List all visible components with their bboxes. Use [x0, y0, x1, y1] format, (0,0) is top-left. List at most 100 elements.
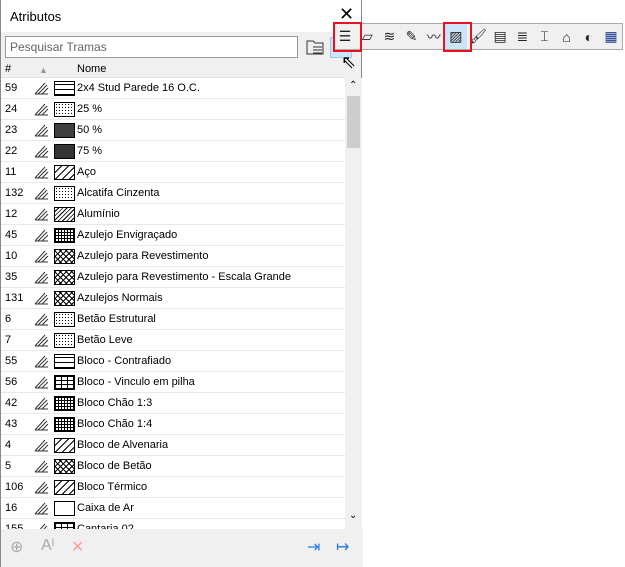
- list-item[interactable]: 11 Aço: [1, 162, 345, 183]
- fill-type-icon: [34, 313, 49, 326]
- fill-name: 75 %: [77, 145, 103, 157]
- list-item[interactable]: 155 Cantaria 02: [1, 519, 345, 529]
- fill-index: 4: [5, 439, 12, 451]
- fill-index: 56: [5, 376, 18, 388]
- list-item[interactable]: 16 Caixa de Ar: [1, 498, 345, 519]
- fill-name: Azulejo para Revestimento - Escala Grand…: [77, 271, 291, 283]
- list-item[interactable]: 4 Bloco de Alvenaria: [1, 435, 345, 456]
- profile-icon[interactable]: ≣: [511, 24, 533, 49]
- fill-type-icon: [34, 376, 49, 389]
- fill-name: Bloco - Vinculo em pilha: [77, 376, 195, 388]
- list-item[interactable]: 6 Betão Estrutural: [1, 309, 345, 330]
- close-icon[interactable]: ✕: [339, 4, 354, 24]
- rename-icon[interactable]: Aᴵ: [41, 537, 54, 555]
- fill-type-icon: [34, 439, 49, 452]
- list-item[interactable]: 55 Bloco - Contrafiado: [1, 351, 345, 372]
- fill-type-icon: [34, 355, 49, 368]
- line-type-icon[interactable]: 〰: [423, 24, 445, 49]
- cursor-icon: ⇖: [341, 52, 357, 72]
- list-item[interactable]: 106 Bloco Térmico: [1, 477, 345, 498]
- scroll-thumb[interactable]: [347, 96, 360, 148]
- fill-type-icon: [34, 166, 49, 179]
- fill-type-icon: [34, 271, 49, 284]
- fill-name: Azulejo Envigraçado: [77, 229, 178, 241]
- fill-type-icon: [34, 103, 49, 116]
- fill-name: Bloco Chão 1:3: [77, 397, 153, 409]
- scroll-down-icon[interactable]: ⌄: [349, 510, 357, 521]
- search-input[interactable]: Pesquisar Tramas: [5, 36, 298, 58]
- delete-icon[interactable]: ✕: [71, 537, 84, 557]
- new-fill-icon[interactable]: ⊕: [10, 537, 23, 557]
- fill-type-icon: [34, 397, 49, 410]
- list-item[interactable]: 43 Bloco Chão 1:4: [1, 414, 345, 435]
- fill-list: # ▲ Nome 59 2x4 Stud Parede 16 O.C. 24 25…: [1, 60, 345, 529]
- col-num[interactable]: #: [5, 63, 11, 75]
- fill-type-icon: [34, 82, 49, 95]
- fill-index: 5: [5, 460, 12, 472]
- fill-index: 6: [5, 313, 12, 325]
- composite-icon[interactable]: ▤: [489, 24, 511, 49]
- zone-icon[interactable]: ⌂: [556, 24, 578, 49]
- fill-name: Azulejos Normais: [77, 292, 163, 304]
- fill-name: Aço: [77, 166, 96, 178]
- list-item[interactable]: 131 Azulejos Normais: [1, 288, 345, 309]
- fill-name: Caixa de Ar: [77, 502, 134, 514]
- pen-icon[interactable]: ✎: [400, 24, 422, 49]
- list-item[interactable]: 24 25 %: [1, 99, 345, 120]
- fill-name: Bloco Térmico: [77, 481, 148, 493]
- fill-index: 59: [5, 82, 18, 94]
- pattern-swatch: [54, 123, 75, 138]
- sort-icon[interactable]: ▲: [39, 65, 48, 75]
- list-item[interactable]: 12 Alumínio: [1, 204, 345, 225]
- fill-type-icon: [34, 334, 49, 347]
- fill-name: 50 %: [77, 124, 103, 136]
- pattern-swatch: [54, 186, 75, 201]
- fill-index: 16: [5, 502, 18, 514]
- import-icon[interactable]: ⇥: [307, 537, 320, 557]
- pattern-swatch: [54, 228, 75, 243]
- pattern-swatch: [54, 396, 75, 411]
- fill-name: Bloco de Alvenaria: [77, 439, 169, 451]
- layers-icon[interactable]: ≋: [378, 24, 400, 49]
- fill-name: Bloco - Contrafiado: [77, 355, 172, 367]
- list-item[interactable]: 132 Alcatifa Cinzenta: [1, 183, 345, 204]
- fill-index: 12: [5, 208, 18, 220]
- window-title: Atributos: [10, 9, 62, 24]
- i-beam-icon[interactable]: ⌶: [533, 24, 555, 49]
- fill-name: Betão Leve: [77, 334, 133, 346]
- fill-name: Bloco de Betão: [77, 460, 152, 472]
- fill-name: Betão Estrutural: [77, 313, 156, 325]
- fill-index: 45: [5, 229, 18, 241]
- fill-name: Alumínio: [77, 208, 120, 220]
- title-bar: Atributos ✕: [1, 0, 361, 32]
- list-item[interactable]: 22 75 %: [1, 141, 345, 162]
- pattern-swatch: [54, 480, 75, 495]
- list-item[interactable]: 45 Azulejo Envigraçado: [1, 225, 345, 246]
- list-item[interactable]: 23 50 %: [1, 120, 345, 141]
- list-item[interactable]: 5 Bloco de Betão: [1, 456, 345, 477]
- col-name[interactable]: Nome: [77, 63, 106, 75]
- list-item[interactable]: 10 Azulejo para Revestimento: [1, 246, 345, 267]
- list-item[interactable]: 7 Betão Leve: [1, 330, 345, 351]
- grid-icon[interactable]: ▦: [600, 24, 622, 49]
- list-item[interactable]: 42 Bloco Chão 1:3: [1, 393, 345, 414]
- list-item[interactable]: 56 Bloco - Vinculo em pilha: [1, 372, 345, 393]
- scroll-up-icon[interactable]: ⌃: [349, 80, 357, 91]
- pattern-swatch: [54, 249, 75, 264]
- material-icon[interactable]: ◐: [578, 24, 600, 49]
- fill-type-icon: [34, 418, 49, 431]
- scrollbar[interactable]: ⌃ ⌄: [345, 78, 362, 529]
- folder-list-button[interactable]: [305, 38, 325, 56]
- pattern-swatch: [54, 270, 75, 285]
- export-icon[interactable]: ↦: [336, 537, 349, 557]
- pattern-swatch: [54, 459, 75, 474]
- fill-type-icon: [34, 187, 49, 200]
- fill-index: 106: [5, 481, 24, 493]
- list-item[interactable]: 35 Azulejo para Revestimento - Escala Gr…: [1, 267, 345, 288]
- list-item[interactable]: 59 2x4 Stud Parede 16 O.C.: [1, 78, 345, 99]
- fill-type-icon: [34, 460, 49, 473]
- highlight-fill: [443, 22, 472, 52]
- pattern-swatch: [54, 102, 75, 117]
- fill-index: 22: [5, 145, 18, 157]
- fill-type-icon: [34, 292, 49, 305]
